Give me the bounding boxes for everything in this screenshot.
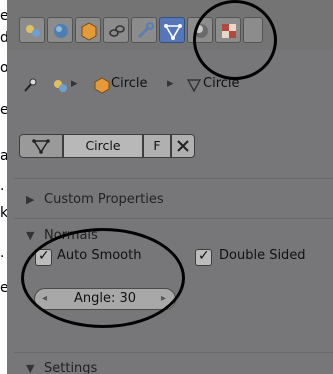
section-label: Settings [44, 361, 98, 374]
render-icon [26, 25, 40, 37]
collapse-triangle-icon: ▼ [26, 229, 35, 242]
render-tab[interactable] [19, 17, 45, 43]
mesh-data-tab[interactable] [159, 17, 185, 43]
mesh-name-field[interactable]: Circle [63, 134, 143, 158]
object-cube-icon [94, 77, 110, 94]
mesh-data-icon [186, 79, 202, 93]
browse-mesh-button[interactable] [19, 134, 63, 158]
scene-icon [54, 80, 67, 92]
fake-user-button[interactable]: F [143, 134, 171, 158]
collapse-triangle-icon: ▼ [26, 362, 35, 374]
object-tab[interactable] [75, 17, 101, 43]
section-label: Custom Properties [44, 192, 164, 207]
world-icon [54, 24, 68, 38]
mesh-browse-icon [32, 139, 50, 154]
double-sided-checkbox[interactable]: ✓ [195, 248, 212, 266]
unlink-button[interactable] [171, 134, 195, 158]
annotation-circle-normals [21, 228, 185, 328]
modifiers-tab[interactable] [131, 17, 157, 43]
expand-triangle-icon: ▶ [26, 193, 35, 206]
close-icon [177, 140, 189, 152]
divider [14, 352, 333, 353]
constraints-tab[interactable] [103, 17, 129, 43]
breadcrumb-object-name[interactable]: Circle [111, 76, 148, 91]
doc-text-line: . [0, 245, 5, 261]
double-sided-label[interactable]: Double Sided [219, 248, 306, 263]
chevron-right-icon: ▸ [167, 76, 174, 91]
properties-tab-strip [7, 0, 333, 50]
doc-text-line: . [0, 178, 5, 194]
chevron-right-icon: ▸ [71, 76, 78, 91]
world-tab[interactable] [47, 17, 73, 43]
object-icon [81, 22, 97, 41]
pin-icon[interactable] [21, 76, 39, 94]
custom-properties-header[interactable]: ▶ Custom Properties [14, 187, 333, 213]
divider [14, 218, 333, 219]
settings-header[interactable]: ▼ Settings [14, 356, 333, 374]
wrench-icon [137, 22, 154, 39]
checkmark-icon: ✓ [198, 248, 210, 264]
divider [14, 178, 333, 179]
mesh-triangle-icon [164, 24, 182, 40]
annotation-circle-mesh-tab [193, 0, 277, 80]
link-icon [109, 25, 125, 37]
